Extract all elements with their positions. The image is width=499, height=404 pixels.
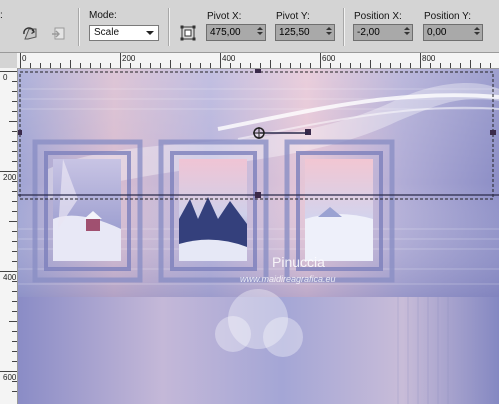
position-x-value: -2,00 bbox=[357, 27, 380, 38]
position-y-field[interactable]: 0,00 bbox=[423, 24, 483, 41]
hruler-tick-label: 0 bbox=[22, 54, 27, 63]
position-x-field[interactable]: -2,00 bbox=[353, 24, 413, 41]
toolbar-separator bbox=[78, 8, 80, 46]
hruler-tick-label: 600 bbox=[322, 54, 336, 63]
pivot-y-value: 125,50 bbox=[279, 27, 310, 38]
position-y-value: 0,00 bbox=[427, 27, 447, 38]
pivot-x-value: 475,00 bbox=[210, 27, 241, 38]
apply-transform-icon[interactable] bbox=[48, 23, 70, 45]
pivot-x-field[interactable]: 475,00 bbox=[206, 24, 266, 41]
watermark-url: www.maidireagrafica.eu bbox=[240, 274, 336, 284]
pivot-point-icon[interactable] bbox=[177, 22, 199, 44]
toolbar-separator bbox=[343, 8, 345, 46]
watermark-title: Pinuccia bbox=[272, 254, 325, 270]
pivot-x-label: Pivot X: bbox=[207, 11, 242, 22]
mode-select[interactable]: Scale bbox=[89, 25, 159, 41]
position-y-spinner[interactable] bbox=[472, 26, 481, 39]
image-canvas[interactable]: Pinuccia www.maidireagrafica.eu bbox=[18, 69, 499, 404]
vruler-tick-label: 0 bbox=[3, 73, 8, 82]
toolbar-left-edge-label: : bbox=[0, 10, 3, 21]
mode-label: Mode: bbox=[89, 10, 117, 21]
hruler-tick-label: 200 bbox=[122, 54, 136, 63]
vruler-tick-label: 400 bbox=[3, 273, 17, 282]
pivot-y-label: Pivot Y: bbox=[276, 11, 310, 22]
hruler-tick-label: 400 bbox=[222, 54, 236, 63]
mode-select-value: Scale bbox=[94, 27, 120, 38]
reset-transform-icon[interactable] bbox=[20, 23, 42, 45]
pivot-y-field[interactable]: 125,50 bbox=[275, 24, 335, 41]
vertical-ruler: 0 200 400 600 bbox=[0, 68, 18, 404]
position-x-spinner[interactable] bbox=[402, 26, 411, 39]
horizontal-ruler: 0 200 400 600 800 bbox=[17, 53, 499, 69]
toolbar-separator bbox=[168, 8, 170, 46]
pivot-x-spinner[interactable] bbox=[255, 26, 264, 39]
ruler-corner bbox=[0, 53, 17, 68]
canvas-artwork: Pinuccia www.maidireagrafica.eu bbox=[18, 69, 499, 404]
hruler-tick-label: 800 bbox=[422, 54, 436, 63]
vruler-tick-label: 600 bbox=[3, 373, 17, 382]
position-x-label: Position X: bbox=[354, 11, 402, 22]
vruler-tick-label: 200 bbox=[3, 173, 17, 182]
tool-options-toolbar: : Mode: Scale Pivot X: 475,00 Pivot Y: 1… bbox=[0, 0, 499, 53]
chevron-down-icon bbox=[146, 31, 154, 35]
pivot-y-spinner[interactable] bbox=[324, 26, 333, 39]
position-y-label: Position Y: bbox=[424, 11, 472, 22]
